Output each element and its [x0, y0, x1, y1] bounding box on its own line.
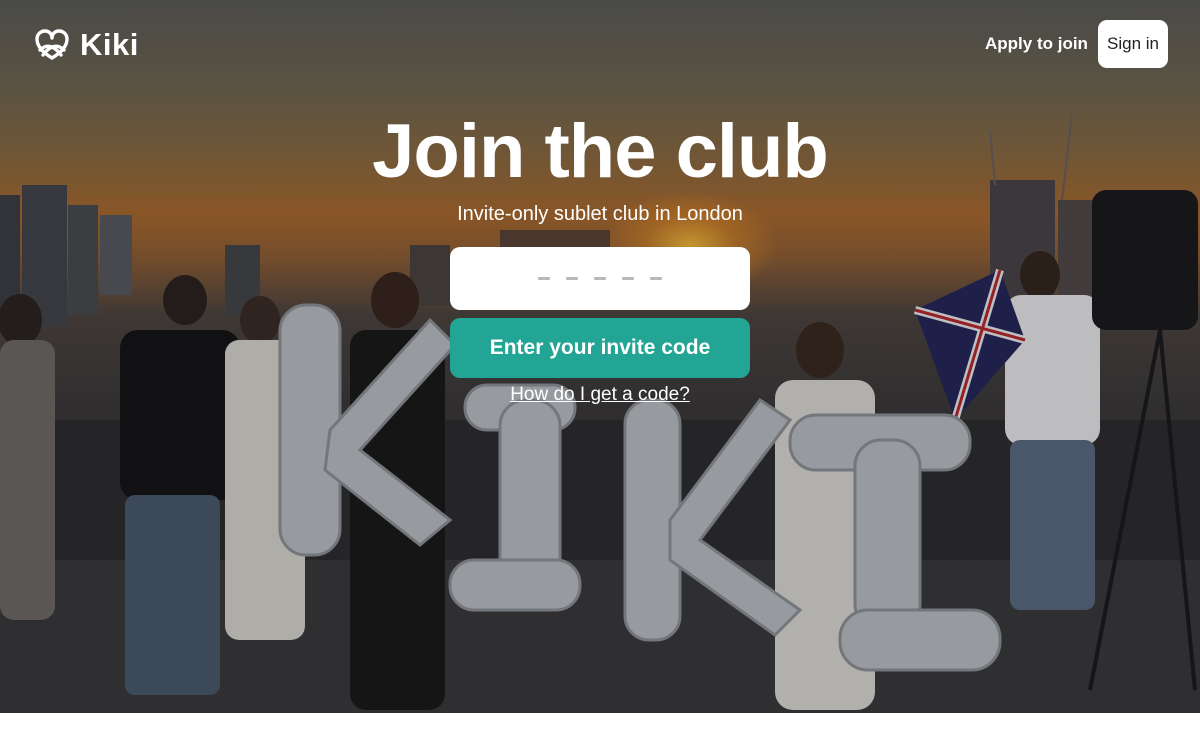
code-placeholder-dash — [650, 277, 662, 280]
page-title: Join the club — [372, 109, 829, 194]
code-placeholder-dash — [594, 277, 606, 280]
how-to-get-code-link[interactable]: How do I get a code? — [0, 384, 1200, 406]
code-placeholder-dash — [622, 277, 634, 280]
sign-in-button[interactable]: Sign in — [1098, 20, 1168, 68]
kiki-logo[interactable]: Kiki — [34, 27, 139, 63]
pretzel-heart-icon — [35, 29, 69, 60]
code-placeholder-dash — [566, 277, 578, 280]
code-placeholder-dash — [538, 277, 550, 280]
brand-name: Kiki — [80, 27, 139, 62]
page-subtitle: Invite-only sublet club in London — [457, 203, 743, 225]
apply-to-join-link[interactable]: Apply to join — [985, 34, 1088, 54]
enter-invite-code-button[interactable]: Enter your invite code — [450, 318, 750, 378]
invite-code-input[interactable] — [450, 247, 750, 310]
